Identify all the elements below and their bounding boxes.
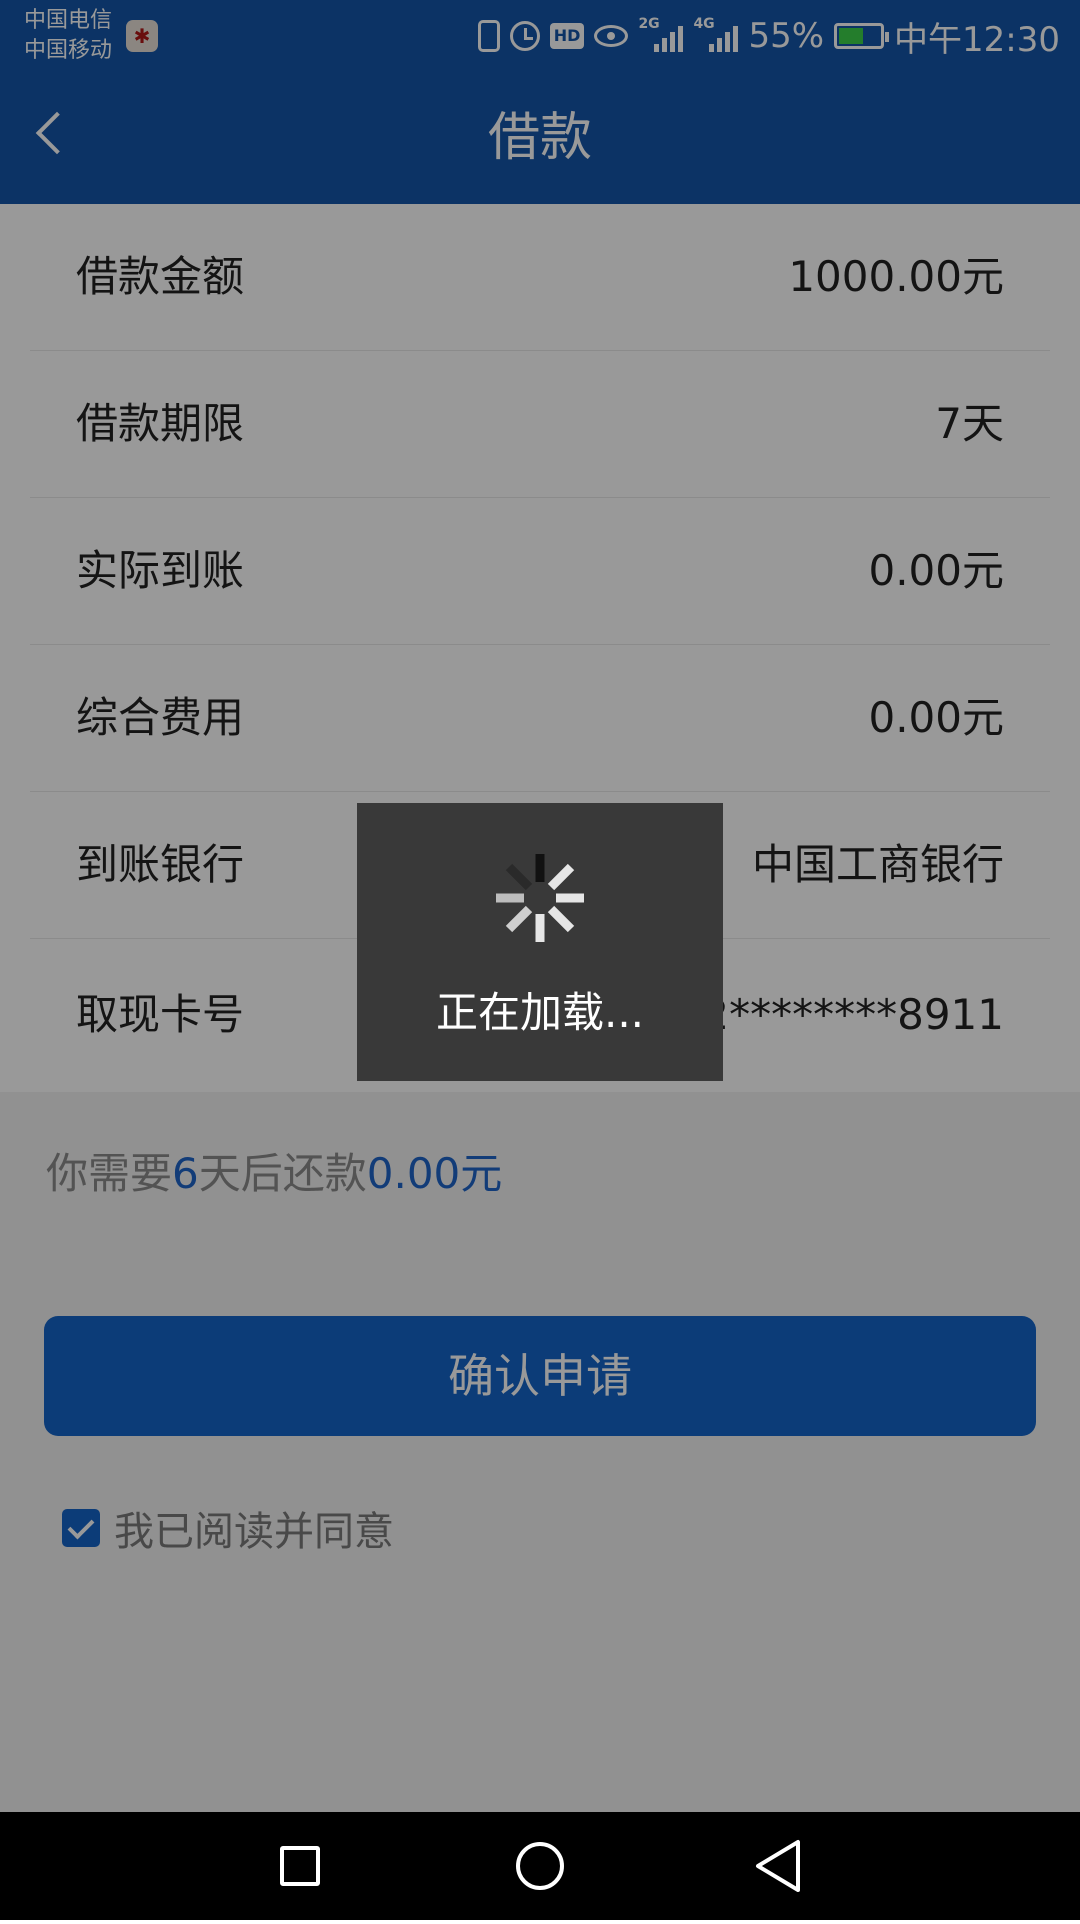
back-button[interactable] <box>720 1812 840 1920</box>
square-icon <box>280 1846 320 1886</box>
spinner-icon <box>496 854 584 942</box>
loading-toast: 正在加载... <box>357 803 723 1081</box>
home-button[interactable] <box>480 1812 600 1920</box>
circle-icon <box>516 1842 564 1890</box>
navigation-bar <box>0 1812 1080 1920</box>
triangle-back-icon <box>756 1840 800 1892</box>
recent-apps-button[interactable] <box>240 1812 360 1920</box>
loading-text: 正在加载... <box>435 988 645 1037</box>
